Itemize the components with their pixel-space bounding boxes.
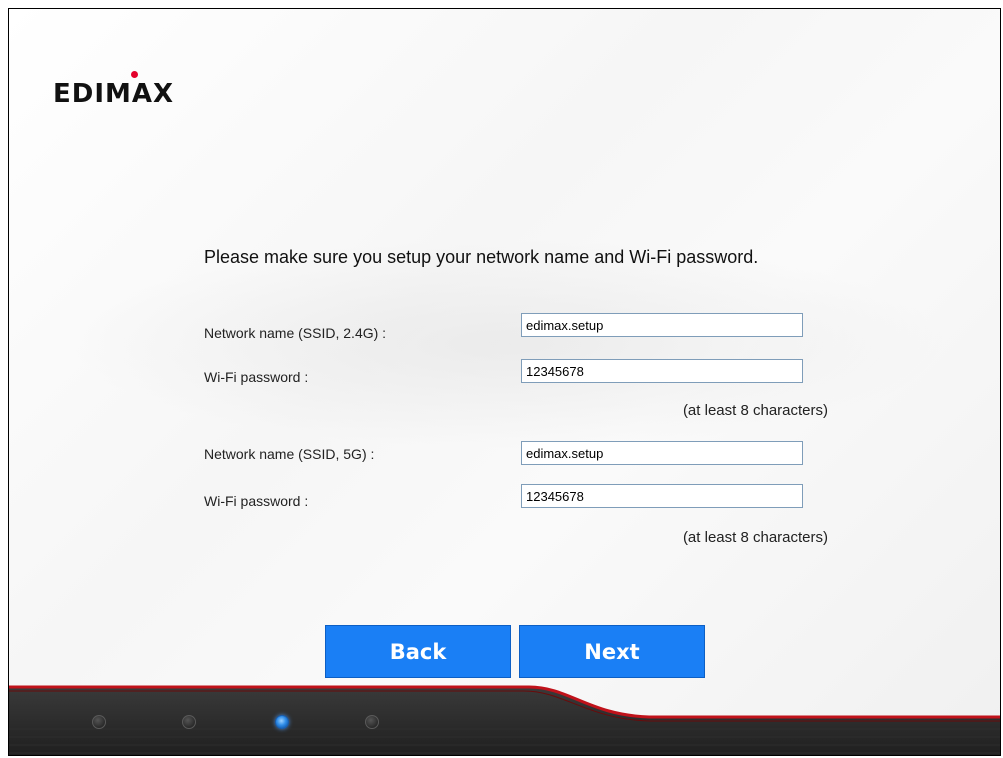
logo-dot — [131, 71, 138, 78]
page-heading: Please make sure you setup your network … — [204, 247, 759, 267]
progress-step-3-current — [275, 715, 289, 729]
progress-step-1 — [92, 715, 106, 729]
progress-step-4 — [365, 715, 379, 729]
footer-bar — [9, 679, 1000, 755]
ssid-24-input[interactable] — [521, 313, 803, 337]
logo-text: EDIMAX — [53, 79, 175, 109]
next-button[interactable]: Next — [519, 625, 705, 678]
setup-wizard-window: EDIMAX Please make sure you setup your n… — [8, 8, 1001, 756]
password-24-input[interactable] — [521, 359, 803, 383]
password-24-label: Wi-Fi password : — [204, 369, 309, 385]
password-5-hint: (at least 8 characters) — [682, 529, 828, 546]
back-button[interactable]: Back — [325, 625, 511, 678]
password-24-hint: (at least 8 characters) — [682, 402, 828, 419]
ssid-5-label: Network name (SSID, 5G) : — [204, 446, 375, 462]
ssid-24-label: Network name (SSID, 2.4G) : — [204, 325, 387, 341]
password-5-input[interactable] — [521, 484, 803, 508]
progress-step-2 — [182, 715, 196, 729]
ssid-5-input[interactable] — [521, 441, 803, 465]
edimax-logo: EDIMAX — [53, 71, 175, 109]
footer-graphic — [9, 685, 1000, 755]
password-5-label: Wi-Fi password : — [204, 493, 309, 509]
